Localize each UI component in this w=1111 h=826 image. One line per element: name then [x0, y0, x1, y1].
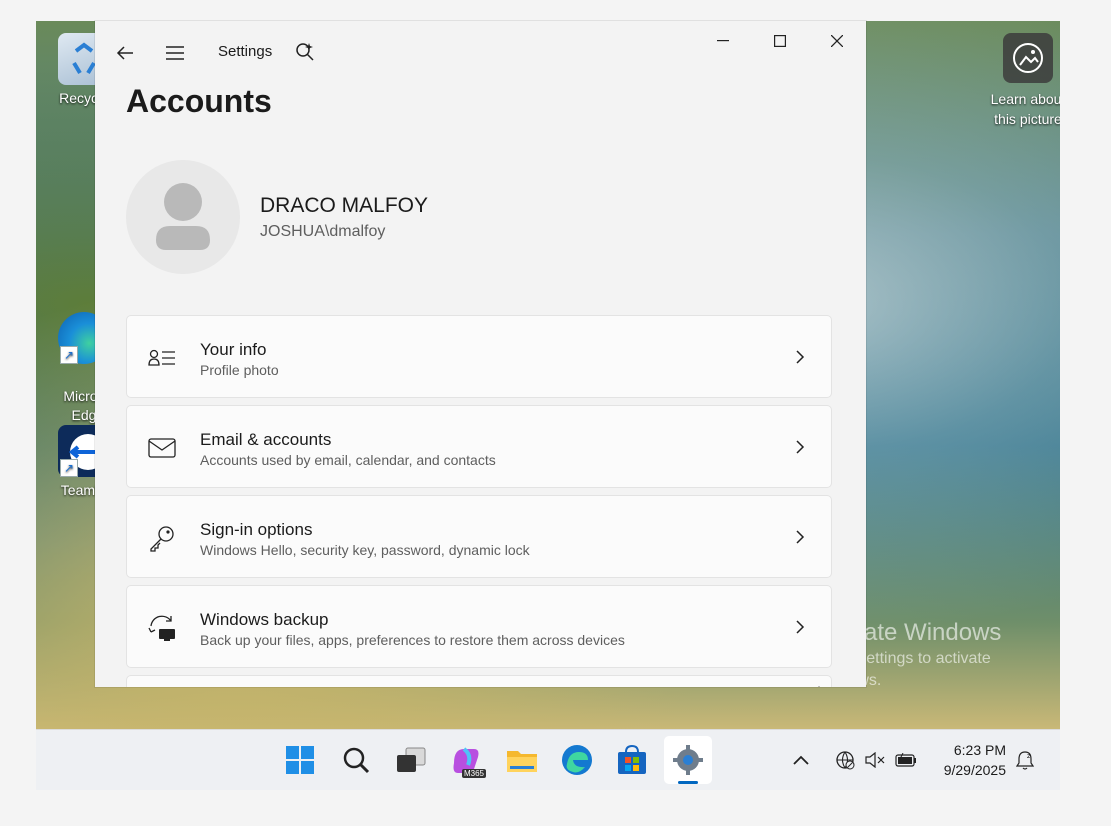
- file-explorer-button[interactable]: [502, 740, 542, 780]
- email-accounts-card[interactable]: Email & accounts Accounts used by email,…: [126, 405, 832, 488]
- card-subtitle: Back up your files, apps, preferences to…: [200, 632, 625, 648]
- spotlight-label-1: Learn about: [990, 91, 1060, 107]
- default-user-icon: [156, 183, 210, 250]
- chevron-right-icon: [796, 350, 805, 364]
- bell-snooze-icon: z: [1016, 751, 1034, 770]
- card-subtitle: Profile photo: [200, 362, 279, 378]
- volume-muted-icon: [865, 752, 885, 768]
- copilot-search-button[interactable]: [282, 32, 328, 72]
- chevron-up-icon: [793, 755, 809, 765]
- edge-icon: [562, 745, 592, 775]
- m365-copilot-button[interactable]: M365: [446, 740, 486, 780]
- card-title: Sign-in options: [200, 520, 313, 539]
- settings-gear-icon: [673, 745, 703, 775]
- task-view-button[interactable]: [391, 740, 431, 780]
- edge-button[interactable]: [557, 740, 597, 780]
- notifications-button[interactable]: z: [1012, 740, 1038, 780]
- taskbar: M365 6:23 PM 9/29/2025 z: [36, 729, 1060, 790]
- globe-blocked-icon: [836, 751, 855, 770]
- network-button[interactable]: [832, 740, 858, 780]
- search-sparkle-icon: [296, 43, 314, 61]
- chevron-right-icon: [796, 620, 805, 634]
- maximize-button[interactable]: [757, 21, 803, 61]
- settings-taskbar-button[interactable]: [664, 736, 712, 784]
- page-title: Accounts: [126, 83, 272, 119]
- card-title: Windows backup: [200, 610, 329, 629]
- key-icon: [147, 523, 177, 553]
- card-subtitle: Windows Hello, security key, password, d…: [200, 542, 530, 558]
- start-button[interactable]: [280, 740, 320, 780]
- chevron-right-icon: [796, 440, 805, 454]
- m365-badge: M365: [461, 769, 486, 778]
- folder-icon: [507, 751, 537, 772]
- clock[interactable]: 6:23 PM 9/29/2025: [936, 740, 1006, 780]
- your-info-card[interactable]: Your info Profile photo: [126, 315, 832, 398]
- avatar[interactable]: [126, 160, 240, 274]
- task-view-icon: [397, 747, 426, 772]
- card-subtitle: Accounts used by email, calendar, and co…: [200, 452, 496, 468]
- title-bar: Settings: [95, 21, 866, 69]
- camera-aperture-icon: [1003, 33, 1053, 83]
- close-button[interactable]: [814, 21, 860, 61]
- person-list-icon: [147, 343, 177, 373]
- battery-button[interactable]: [892, 740, 920, 780]
- user-account-name: JOSHUA\dmalfoy: [260, 223, 386, 240]
- user-display-name: DRACO MALFOY: [260, 194, 429, 217]
- sign-in-options-card[interactable]: Sign-in options Windows Hello, security …: [126, 495, 832, 578]
- minimize-button[interactable]: [700, 21, 746, 61]
- next-card-partial[interactable]: [126, 675, 832, 687]
- clock-date: 9/29/2025: [943, 762, 1006, 778]
- learn-about-picture[interactable]: Learn about this picture: [968, 33, 1060, 129]
- settings-window: Settings Accounts DRACO MALFOY JOSHUA\dm…: [95, 21, 866, 687]
- clock-time: 6:23 PM: [953, 742, 1006, 758]
- nav-menu-button[interactable]: [152, 33, 198, 73]
- spotlight-label-2: this picture: [994, 111, 1060, 127]
- chevron-right-icon: [796, 530, 805, 544]
- windows-logo-icon: [286, 746, 314, 774]
- store-button[interactable]: [612, 740, 652, 780]
- card-title: Email & accounts: [200, 430, 332, 449]
- shortcut-arrow-icon: ↗: [60, 346, 78, 364]
- window-title: Settings: [218, 43, 273, 60]
- minimize-icon: [717, 40, 729, 42]
- windows-backup-card[interactable]: Windows backup Back up your files, apps,…: [126, 585, 832, 668]
- maximize-icon: [774, 35, 786, 47]
- search-button[interactable]: [336, 740, 376, 780]
- active-indicator: [678, 781, 698, 784]
- hamburger-icon: [166, 46, 184, 60]
- back-arrow-icon: [116, 46, 133, 60]
- resize-cursor-icon: [818, 686, 820, 687]
- svg-text:z: z: [1027, 753, 1030, 760]
- card-title: Your info: [200, 340, 267, 359]
- store-icon: [618, 745, 646, 774]
- battery-charging-icon: [895, 753, 916, 767]
- close-icon: [831, 35, 843, 47]
- mail-icon: [147, 433, 177, 463]
- backup-icon: [147, 613, 177, 643]
- search-icon: [343, 747, 370, 774]
- volume-button[interactable]: [862, 740, 888, 780]
- shortcut-arrow-icon: ↗: [60, 459, 78, 477]
- show-hidden-icons-button[interactable]: [786, 740, 816, 780]
- back-button[interactable]: [102, 33, 148, 73]
